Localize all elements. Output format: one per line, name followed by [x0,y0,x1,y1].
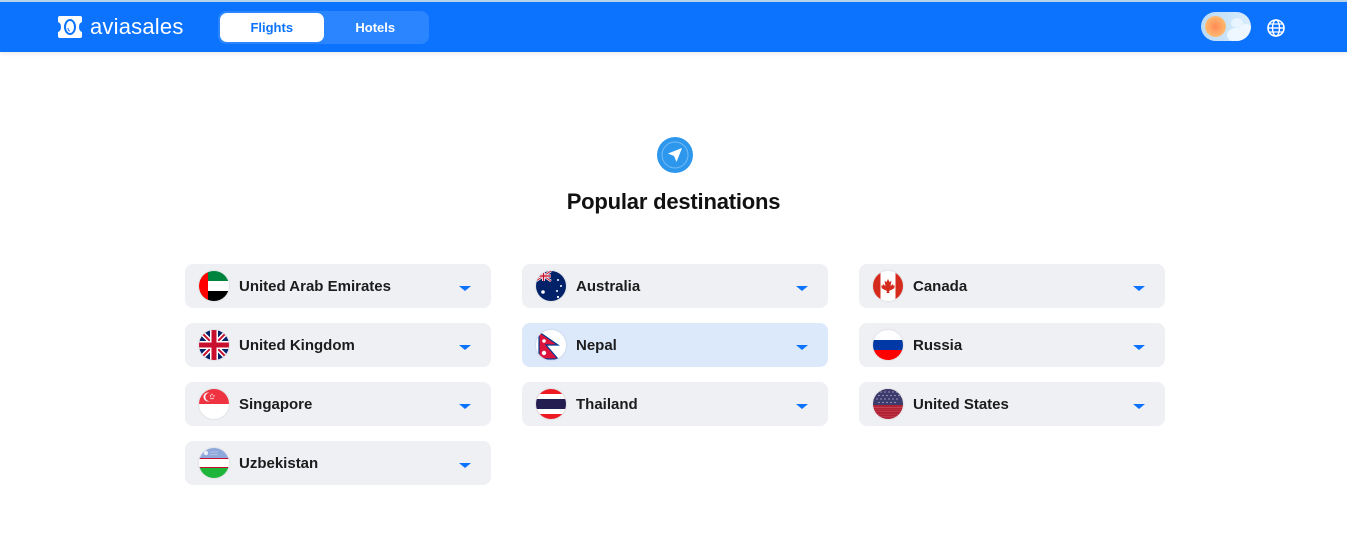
theme-toggle[interactable] [1201,12,1251,41]
chevron-down-icon [796,404,808,409]
globe-icon[interactable] [1266,18,1286,38]
page-title: Popular destinations [566,189,781,214]
canada-flag-icon [873,271,903,301]
destination-item-canada[interactable]: Canada [859,264,1165,308]
usa-flag-icon [873,389,903,419]
chevron-down-icon [796,345,808,350]
destination-label: Russia [913,336,963,354]
destination-label: United Arab Emirates [239,277,391,295]
destination-label: Canada [913,277,968,295]
chevron-down-icon [459,404,471,409]
destination-label: Thailand [576,395,638,413]
chevron-down-icon [459,286,471,291]
cloud-icon [1239,24,1251,38]
thailand-flag-icon [536,389,566,419]
australia-flag-icon [536,271,566,301]
singapore-flag-icon [199,389,229,419]
top-navbar: aviasales Flights Hotels [0,2,1347,52]
tab-flights[interactable]: Flights [220,13,324,42]
chevron-down-icon [459,463,471,468]
destination-item-singapore[interactable]: Singapore [185,382,491,426]
uk-flag-icon [199,330,229,360]
destination-item-nepal[interactable]: Nepal [522,323,828,367]
destination-item-uzbekistan[interactable]: Uzbekistan [185,441,491,485]
russia-flag-icon [873,330,903,360]
destination-label: Uzbekistan [239,454,319,472]
uae-flag-icon [199,271,229,301]
destination-label: Singapore [239,395,313,413]
chevron-down-icon [459,345,471,350]
chevron-down-icon [1133,286,1145,291]
chevron-down-icon [796,286,808,291]
tab-hotels[interactable]: Hotels [324,13,428,42]
aviasales-logo-icon [58,16,82,38]
brand-logo[interactable]: aviasales [57,14,184,40]
destination-item-thailand[interactable]: Thailand [522,382,828,426]
sun-icon [1205,16,1226,37]
destination-item-united-arab-emirates[interactable]: United Arab Emirates [185,264,491,308]
navigation-arrow-icon [657,137,693,173]
destination-item-united-kingdom[interactable]: United Kingdom [185,323,491,367]
destination-item-russia[interactable]: Russia [859,323,1165,367]
destination-item-united-states[interactable]: United States [859,382,1165,426]
uzbekistan-flag-icon [199,448,229,478]
chevron-down-icon [1133,404,1145,409]
nepal-flag-icon [536,330,566,360]
search-type-tabs: Flights Hotels [218,11,429,44]
destinations-grid: United Arab Emirates Australia Canada Un… [185,264,1165,485]
destination-label: United Kingdom [239,336,355,354]
brand-name: aviasales [90,14,184,39]
destination-item-australia[interactable]: Australia [522,264,828,308]
destination-label: Nepal [576,336,617,354]
destination-label: United States [913,395,1009,413]
destination-label: Australia [576,277,641,295]
chevron-down-icon [1133,345,1145,350]
